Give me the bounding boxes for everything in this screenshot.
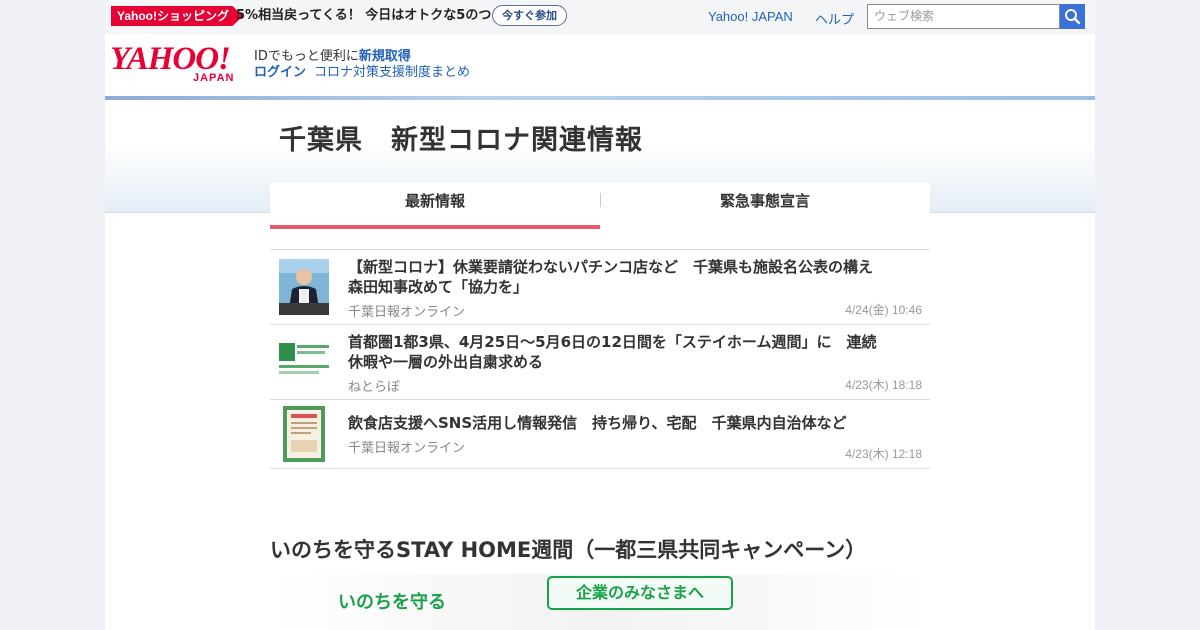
news-item[interactable]: 飲食店支援へSNS活用し情報発信 持ち帰り、宅配 千葉県内自治体など 千葉日報オ…: [270, 400, 930, 469]
tab-emergency-declaration[interactable]: 緊急事態宣言: [600, 183, 930, 229]
tab-latest-news[interactable]: 最新情報: [270, 183, 600, 229]
news-source: 千葉日報オンライン: [348, 441, 466, 456]
search-icon: [1065, 9, 1081, 25]
news-list: 【新型コロナ】休業要請従わないパチンコ店など 千葉県も施設名公表の構え 森田知事…: [270, 249, 930, 469]
logo-sub-text: JAPAN: [193, 72, 235, 84]
campaign-section-title: いのちを守るSTAY HOME週間（一都三県共同キャンペーン）: [270, 538, 867, 562]
yahoo-japan-link[interactable]: Yahoo! JAPAN: [708, 9, 793, 24]
news-thumbnail-image: [279, 341, 329, 377]
login-line: ログイン コロナ対策支援制度まとめ: [254, 61, 470, 80]
news-item[interactable]: 首都圏1都3県、4月25日～5月6日の12日間を「ステイホーム週間」に 連続休暇…: [270, 325, 930, 400]
news-timestamp: 4/23(木) 18:18: [845, 378, 922, 392]
news-title[interactable]: 首都圏1都3県、4月25日～5月6日の12日間を「ステイホーム週間」に 連続休暇…: [348, 332, 883, 372]
tab-bar: 最新情報 緊急事態宣言: [270, 183, 930, 229]
main-content: 千葉県 新型コロナ関連情報 最新情報 緊急事態宣言 【新型コロナ】休業要請従わな…: [105, 96, 1095, 630]
page-title: 千葉県 新型コロナ関連情報: [279, 125, 643, 156]
login-link[interactable]: ログイン: [254, 65, 306, 80]
site-header: YAHOO! JAPAN IDでもっと便利に新規取得 ログイン コロナ対策支援制度…: [105, 34, 1095, 96]
news-thumbnail-image: [283, 406, 325, 462]
shopping-promo-badge[interactable]: Yahoo!ショッピング: [111, 6, 244, 26]
news-title[interactable]: 【新型コロナ】休業要請従わないパチンコ店など 千葉県も施設名公表の構え 森田知事…: [348, 257, 888, 297]
news-item[interactable]: 【新型コロナ】休業要請従わないパチンコ店など 千葉県も施設名公表の構え 森田知事…: [270, 250, 930, 325]
campaign-banner[interactable]: いのちを守る 企業のみなさまへ: [270, 574, 930, 630]
help-link[interactable]: ヘルプ: [815, 9, 854, 28]
business-info-button[interactable]: 企業のみなさまへ: [547, 576, 733, 610]
promo-text[interactable]: 5%相当戻ってくる！ 今日はオトクな5のつく日: [236, 7, 517, 25]
news-thumbnail-image: [279, 259, 329, 315]
promo-join-button[interactable]: 今すぐ参加: [492, 5, 567, 26]
news-source: ねとらぼ: [348, 380, 401, 395]
news-title[interactable]: 飲食店支援へSNS活用し情報発信 持ち帰り、宅配 千葉県内自治体など: [348, 413, 883, 433]
corona-support-link[interactable]: コロナ対策支援制度まとめ: [314, 65, 470, 80]
top-bar: Yahoo!ショッピング 5%相当戻ってくる！ 今日はオトクな5のつく日 今すぐ…: [105, 0, 1095, 34]
news-source: 千葉日報オンライン: [348, 305, 466, 320]
search-button[interactable]: [1060, 4, 1085, 29]
web-search-input[interactable]: ウェブ検索: [867, 4, 1060, 29]
news-timestamp: 4/23(木) 12:18: [845, 447, 922, 461]
banner-slogan: いのちを守る: [338, 592, 446, 613]
news-timestamp: 4/24(金) 10:46: [845, 303, 922, 317]
yahoo-japan-logo[interactable]: YAHOO! JAPAN: [110, 41, 245, 84]
logo-main-text: YAHOO!: [110, 41, 231, 77]
